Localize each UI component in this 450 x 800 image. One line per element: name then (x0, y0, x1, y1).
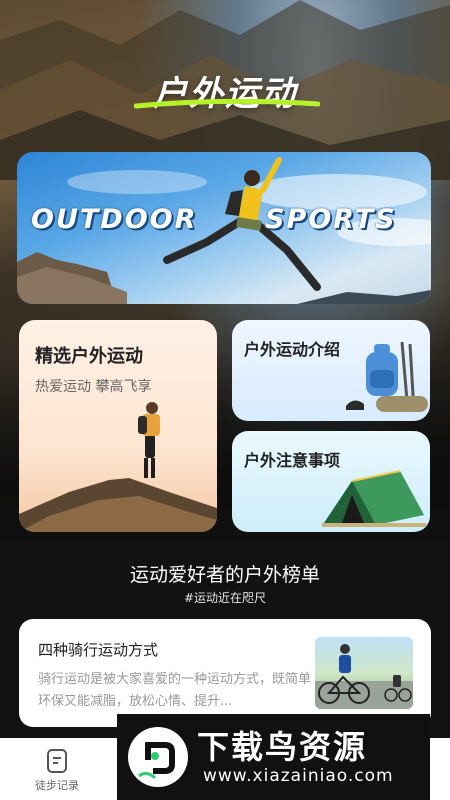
article-title: 四种骑行运动方式 (38, 641, 159, 659)
featured-card-title: 精选户外运动 (35, 346, 143, 367)
watermark-overlay: 下载鸟资源 www.xiazainiao.com (117, 714, 430, 800)
watermark-brand-text: 下载鸟资源 (197, 728, 368, 766)
backpack-gear-icon (346, 341, 428, 413)
featured-outdoor-card[interactable]: 精选户外运动 热爱运动 攀高飞享 (19, 320, 217, 532)
cycling-thumbnail-image (315, 637, 413, 709)
intro-card-title: 户外运动介绍 (244, 340, 341, 359)
mountain-climber-illustration (19, 402, 217, 532)
outdoor-sports-banner[interactable]: OUTDOOR SPORTS (17, 152, 431, 304)
ranking-hashtag: #运动近在咫尺 (183, 591, 267, 605)
banner-text-left: OUTDOOR (31, 204, 198, 235)
tab-hiking-records-label: 徒步记录 (35, 779, 79, 792)
banner-text-right: SPORTS (265, 204, 397, 235)
document-icon (47, 749, 67, 773)
outdoor-intro-card[interactable]: 户外运动介绍 (232, 320, 430, 421)
outdoor-notice-card[interactable]: 户外注意事项 (232, 431, 430, 532)
article-card[interactable]: 四种骑行运动方式 骑行运动是被大家喜爱的一种运动方式，既简单环保又能减脂，放松心… (19, 619, 431, 727)
article-excerpt: 骑行运动是被大家喜爱的一种运动方式，既简单环保又能减脂，放松心情、提升... (38, 672, 312, 709)
watermark-bird-logo (128, 727, 188, 787)
featured-card-subtitle: 热爱运动 攀高飞享 (35, 379, 152, 395)
tent-icon (322, 470, 426, 527)
title-underline-decoration (134, 98, 320, 109)
ranking-section-title: 运动爱好者的户外榜单 (129, 564, 320, 586)
watermark-url-text: www.xiazainiao.com (203, 766, 394, 786)
tab-hiking-records[interactable]: 徒步记录 (17, 742, 97, 793)
